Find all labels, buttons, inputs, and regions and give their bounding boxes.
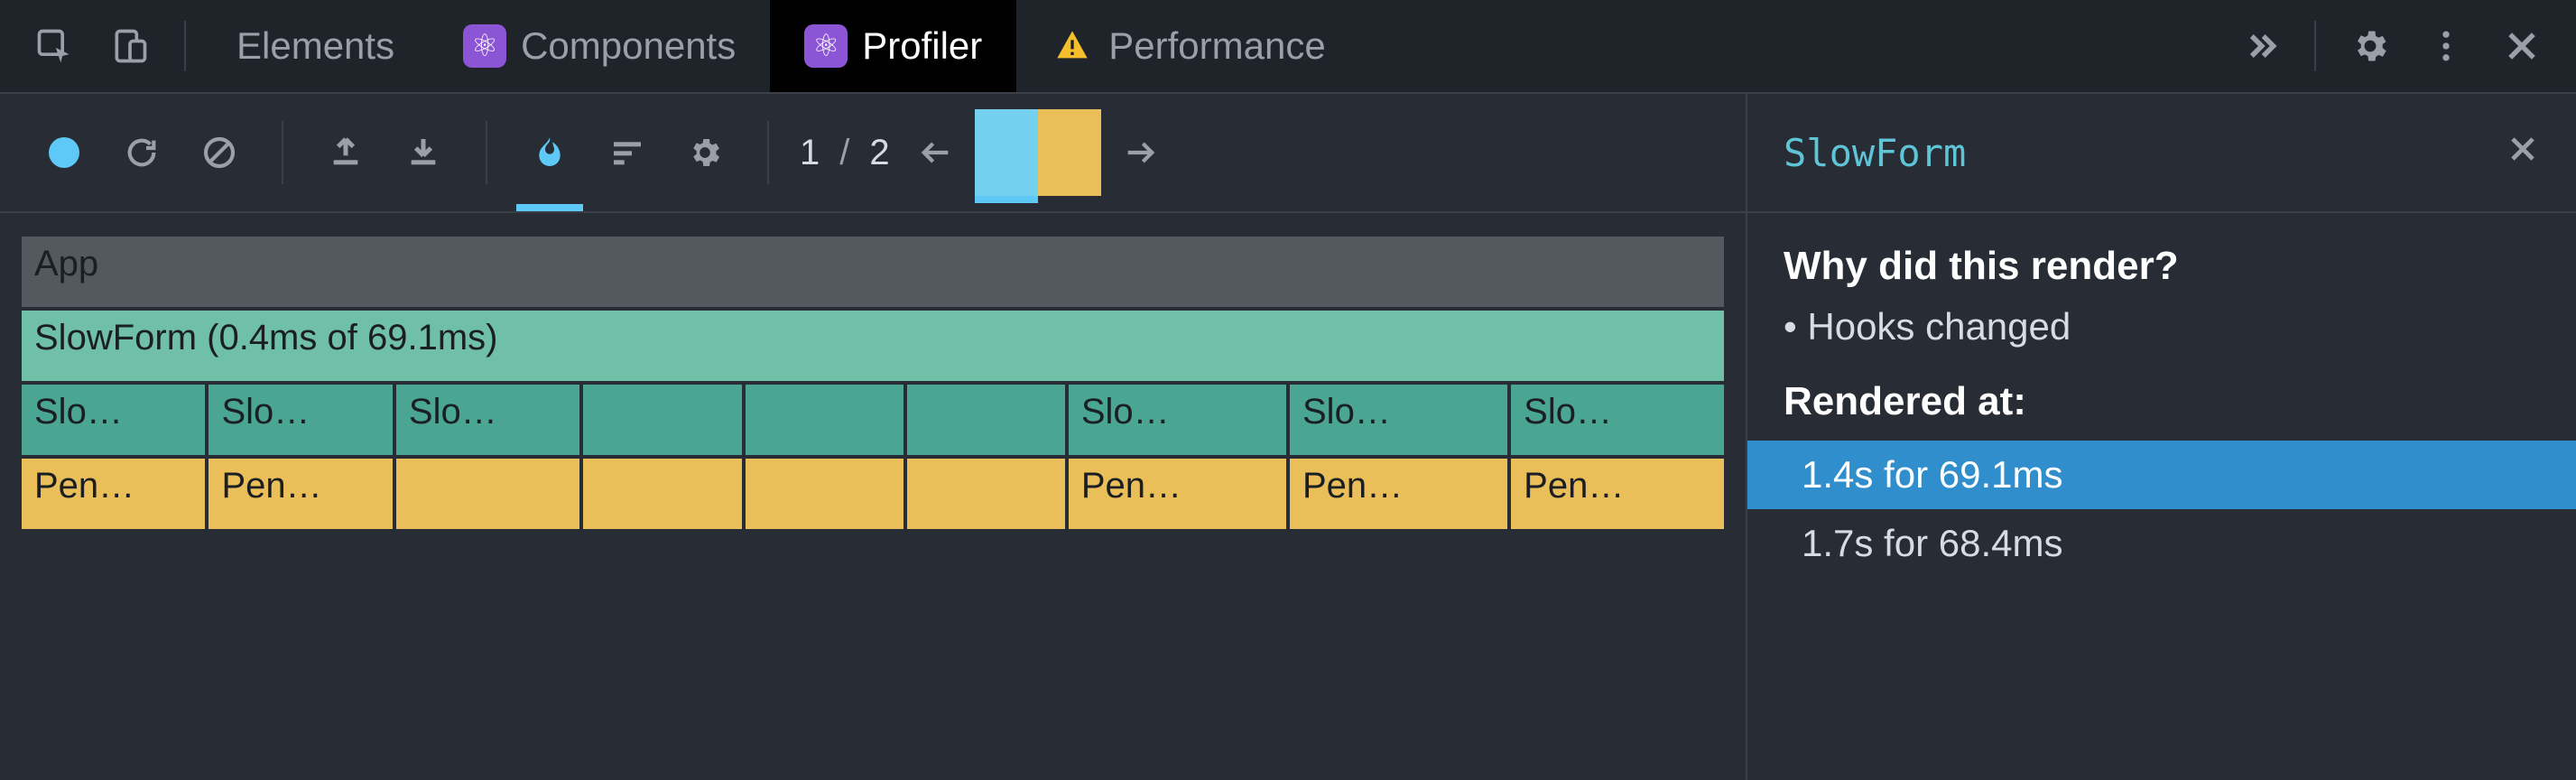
flame-cell[interactable]: Slo… bbox=[208, 385, 395, 455]
tab-label: Components bbox=[521, 24, 736, 68]
record-dot-icon bbox=[49, 137, 79, 168]
record-button[interactable] bbox=[25, 94, 103, 211]
flame-cell[interactable]: Pen… bbox=[1511, 459, 1724, 529]
separator bbox=[767, 121, 769, 184]
flamegraph-pane: App SlowForm (0.4ms of 69.1ms) Slo…Slo…S… bbox=[0, 213, 1746, 780]
render-list-item[interactable]: 1.7s for 68.4ms bbox=[1747, 509, 2576, 578]
detail-pane: Why did this render? • Hooks changed Ren… bbox=[1746, 213, 2576, 780]
tab-label: Profiler bbox=[862, 24, 982, 68]
flamegraph-view-button[interactable] bbox=[511, 94, 588, 211]
flame-cell[interactable]: Slo… bbox=[22, 385, 208, 455]
flame-cell[interactable]: Slo… bbox=[1511, 385, 1724, 455]
tab-profiler[interactable]: ⚛ Profiler bbox=[770, 0, 1016, 92]
flame-cell[interactable]: Pen… bbox=[1069, 459, 1290, 529]
flame-cell[interactable] bbox=[907, 459, 1069, 529]
commit-sep: / bbox=[839, 133, 849, 173]
next-commit-button[interactable] bbox=[1101, 94, 1179, 211]
ranked-view-button[interactable] bbox=[588, 94, 666, 211]
commit-bar[interactable] bbox=[1038, 109, 1101, 196]
more-tabs-icon[interactable] bbox=[2222, 8, 2298, 84]
separator bbox=[282, 121, 283, 184]
separator bbox=[2314, 21, 2316, 71]
commit-bar[interactable] bbox=[975, 109, 1038, 196]
flame-cell[interactable]: Pen… bbox=[22, 459, 208, 529]
profiler-toolbar: 1 / 2 SlowForm bbox=[0, 94, 2576, 213]
inspect-element-icon[interactable] bbox=[16, 8, 92, 84]
flame-cell[interactable]: Slo… bbox=[1290, 385, 1511, 455]
warning-icon bbox=[1051, 24, 1094, 68]
react-atom-icon: ⚛ bbox=[463, 24, 506, 68]
prev-commit-button[interactable] bbox=[897, 94, 975, 211]
commit-navigator: 1 / 2 bbox=[792, 133, 897, 173]
profiler-settings-button[interactable] bbox=[666, 94, 744, 211]
close-selection-icon[interactable] bbox=[2506, 130, 2540, 176]
commit-total: 2 bbox=[869, 133, 889, 173]
tab-elements[interactable]: Elements bbox=[202, 0, 429, 92]
flame-label: App bbox=[34, 244, 98, 283]
separator bbox=[486, 121, 487, 184]
selected-component-name: SlowForm bbox=[1784, 131, 2506, 175]
tab-components[interactable]: ⚛ Components bbox=[429, 0, 770, 92]
rendered-at-title: Rendered at: bbox=[1784, 379, 2576, 424]
tab-label: Elements bbox=[236, 24, 394, 68]
import-button[interactable] bbox=[307, 94, 385, 211]
tab-label: Performance bbox=[1108, 24, 1325, 68]
flame-cell[interactable] bbox=[746, 385, 907, 455]
tab-performance[interactable]: Performance bbox=[1016, 0, 1359, 92]
flame-cell[interactable]: Pen… bbox=[208, 459, 395, 529]
commit-bar-chart[interactable] bbox=[975, 109, 1101, 196]
kebab-menu-icon[interactable] bbox=[2408, 8, 2484, 84]
flame-cell[interactable]: Pen… bbox=[1290, 459, 1511, 529]
flame-cell[interactable]: Slo… bbox=[1069, 385, 1290, 455]
render-list-item[interactable]: 1.4s for 69.1ms bbox=[1747, 441, 2576, 509]
device-toolbar-icon[interactable] bbox=[92, 8, 168, 84]
flame-cell[interactable] bbox=[583, 385, 745, 455]
flame-cell[interactable] bbox=[583, 459, 745, 529]
export-button[interactable] bbox=[385, 94, 462, 211]
flame-cell[interactable] bbox=[746, 459, 907, 529]
reload-and-record-button[interactable] bbox=[103, 94, 181, 211]
why-render-title: Why did this render? bbox=[1784, 244, 2576, 289]
flame-cell[interactable] bbox=[907, 385, 1069, 455]
flame-cell[interactable]: Slo… bbox=[396, 385, 583, 455]
commit-index: 1 bbox=[800, 133, 820, 173]
why-render-reason: • Hooks changed bbox=[1784, 305, 2576, 348]
flame-cell-app[interactable]: App bbox=[22, 237, 1724, 307]
separator bbox=[184, 21, 186, 71]
react-atom-icon: ⚛ bbox=[804, 24, 848, 68]
flame-label: SlowForm (0.4ms of 69.1ms) bbox=[34, 318, 497, 358]
clear-button[interactable] bbox=[181, 94, 258, 211]
flame-cell[interactable] bbox=[396, 459, 583, 529]
devtools-tabstrip: Elements ⚛ Components ⚛ Profiler Perform… bbox=[0, 0, 2576, 94]
settings-icon[interactable] bbox=[2332, 8, 2408, 84]
close-devtools-icon[interactable] bbox=[2484, 8, 2560, 84]
selection-header: SlowForm bbox=[1746, 94, 2576, 211]
flame-cell-slowform[interactable]: SlowForm (0.4ms of 69.1ms) bbox=[22, 311, 1724, 381]
